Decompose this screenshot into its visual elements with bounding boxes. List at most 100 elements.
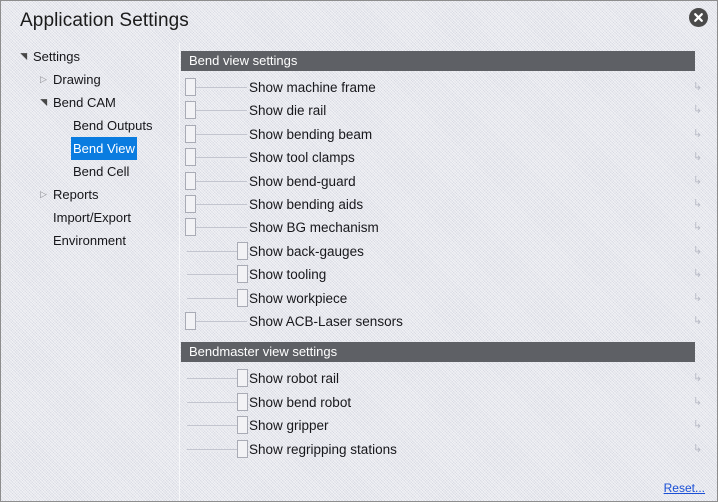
tree-item-label: Environment: [53, 233, 126, 248]
setting-row: Show regripping stations ↳: [181, 438, 717, 461]
toggle-show-bend-guard[interactable]: [185, 170, 249, 193]
setting-label: Show BG mechanism: [249, 220, 379, 236]
tree-item-label: Bend Cell: [73, 164, 130, 179]
tree-item-bend-cam[interactable]: ◢ Bend CAM: [1, 91, 179, 114]
toggle-knob[interactable]: [185, 124, 196, 143]
toggle-show-bending-aids[interactable]: [185, 193, 249, 216]
tree-item-label: Settings: [33, 49, 80, 64]
toggle-knob[interactable]: [185, 312, 196, 330]
close-icon[interactable]: [689, 8, 708, 27]
toggle-show-gripper[interactable]: [185, 414, 249, 437]
toggle-knob[interactable]: [185, 78, 196, 96]
toggle-show-back-gauges[interactable]: [185, 240, 249, 263]
toggle-show-regripping-stations[interactable]: [185, 438, 249, 461]
toggle-show-die-rail[interactable]: [185, 99, 249, 122]
setting-row: Show back-gauges ↳: [181, 240, 717, 263]
settings-tree: ◢ Settings ▷ Drawing ◢ Bend CAM Bend Outputs Be…: [1, 45, 179, 252]
reset-arrow-icon[interactable]: ↳: [693, 310, 707, 333]
page-title: Application Settings: [20, 10, 189, 31]
section-header: Bend view settings: [181, 51, 695, 71]
toggle-knob[interactable]: [237, 392, 248, 411]
application-settings-window: Application Settings ◢ Settings ▷ Drawing ◢ B…: [0, 0, 718, 502]
reset-arrow-icon[interactable]: ↳: [693, 170, 707, 193]
setting-label: Show bend robot: [249, 394, 352, 410]
tree-item-bend-cell[interactable]: Bend Cell: [1, 160, 179, 183]
setting-row: Show gripper ↳: [181, 414, 717, 437]
reset-arrow-icon[interactable]: ↳: [693, 76, 707, 99]
toggle-show-tool-clamps[interactable]: [185, 146, 249, 169]
chevron-right-icon[interactable]: ▷: [38, 68, 49, 91]
toggle-show-acb-laser-sensors[interactable]: [185, 310, 249, 333]
setting-label: Show tool clamps: [249, 150, 355, 166]
reset-link[interactable]: Reset...: [664, 481, 705, 495]
reset-arrow-icon[interactable]: ↳: [693, 123, 707, 146]
tree-item-label: Import/Export: [53, 210, 132, 225]
toggle-knob[interactable]: [185, 195, 196, 213]
reset-arrow-icon[interactable]: ↳: [693, 216, 707, 239]
toggle-show-bending-beam[interactable]: [185, 123, 249, 146]
tree-item-drawing[interactable]: ▷ Drawing: [1, 68, 179, 91]
setting-label: Show ACB-Laser sensors: [249, 314, 403, 329]
chevron-right-icon[interactable]: ▷: [38, 183, 49, 206]
reset-arrow-icon[interactable]: ↳: [693, 391, 707, 414]
tree-item-bend-view[interactable]: Bend View: [1, 137, 179, 160]
chevron-down-icon[interactable]: ◢: [12, 51, 35, 62]
setting-label: Show gripper: [249, 418, 329, 434]
toggle-track: [187, 227, 247, 231]
tree-item-label: Drawing: [53, 72, 101, 87]
setting-row: Show robot rail ↳: [181, 367, 717, 390]
tree-item-settings[interactable]: ◢ Settings: [1, 45, 179, 68]
tree-item-label: Reports: [53, 187, 99, 202]
setting-row: Show bending beam ↳: [181, 123, 717, 146]
reset-arrow-icon[interactable]: ↳: [693, 367, 707, 390]
toggle-show-tooling[interactable]: [185, 263, 249, 286]
setting-row: Show tooling ↳: [181, 263, 717, 286]
toggle-knob[interactable]: [185, 171, 196, 190]
toggle-track: [187, 110, 247, 114]
toggle-knob[interactable]: [237, 241, 248, 260]
reset-arrow-icon[interactable]: ↳: [693, 146, 707, 169]
toggle-track: [187, 204, 247, 207]
chevron-down-icon[interactable]: ◢: [32, 97, 55, 108]
toggle-knob[interactable]: [237, 265, 248, 284]
toggle-knob[interactable]: [237, 288, 248, 307]
reset-arrow-icon[interactable]: ↳: [693, 240, 707, 263]
reset-arrow-icon[interactable]: ↳: [693, 263, 707, 286]
toggle-show-robot-rail[interactable]: [185, 367, 249, 390]
toggle-track: [187, 157, 247, 161]
reset-arrow-icon[interactable]: ↳: [693, 193, 707, 216]
toggle-show-workpiece[interactable]: [185, 287, 249, 310]
tree-item-label: Bend View: [71, 137, 137, 160]
toggle-knob[interactable]: [185, 101, 196, 120]
reset-arrow-icon[interactable]: ↳: [693, 414, 707, 437]
setting-label: Show workpiece: [249, 290, 348, 306]
toggle-show-bend-robot[interactable]: [185, 391, 249, 414]
setting-row: Show workpiece ↳: [181, 287, 717, 310]
setting-label: Show regripping stations: [249, 441, 397, 457]
setting-row: Show machine frame ↳: [181, 76, 717, 99]
toggle-show-bg-mechanism[interactable]: [185, 216, 249, 239]
setting-label: Show bend-guard: [249, 173, 356, 189]
setting-label: Show bending beam: [249, 126, 373, 142]
setting-row: Show tool clamps ↳: [181, 146, 717, 169]
tree-item-import-export[interactable]: Import/Export: [1, 206, 179, 229]
setting-row: Show bend robot ↳: [181, 391, 717, 414]
tree-item-reports[interactable]: ▷ Reports: [1, 183, 179, 206]
reset-arrow-icon[interactable]: ↳: [693, 438, 707, 461]
toggle-knob[interactable]: [237, 439, 248, 458]
reset-arrow-icon[interactable]: ↳: [693, 287, 707, 310]
tree-item-label: Bend Outputs: [73, 118, 153, 133]
tree-item-environment[interactable]: Environment: [1, 229, 179, 252]
toggle-knob[interactable]: [185, 218, 196, 237]
tree-item-bend-outputs[interactable]: Bend Outputs: [1, 114, 179, 137]
reset-arrow-icon[interactable]: ↳: [693, 99, 707, 122]
setting-row: Show bending aids ↳: [181, 193, 717, 216]
setting-label: Show machine frame: [249, 80, 376, 95]
setting-row: Show BG mechanism ↳: [181, 216, 717, 239]
toggle-knob[interactable]: [237, 416, 248, 435]
toggle-knob[interactable]: [237, 369, 248, 388]
setting-row: Show bend-guard ↳: [181, 170, 717, 193]
toggle-show-machine-frame[interactable]: [185, 76, 249, 99]
setting-row: Show ACB-Laser sensors ↳: [181, 310, 717, 333]
toggle-knob[interactable]: [185, 148, 196, 167]
